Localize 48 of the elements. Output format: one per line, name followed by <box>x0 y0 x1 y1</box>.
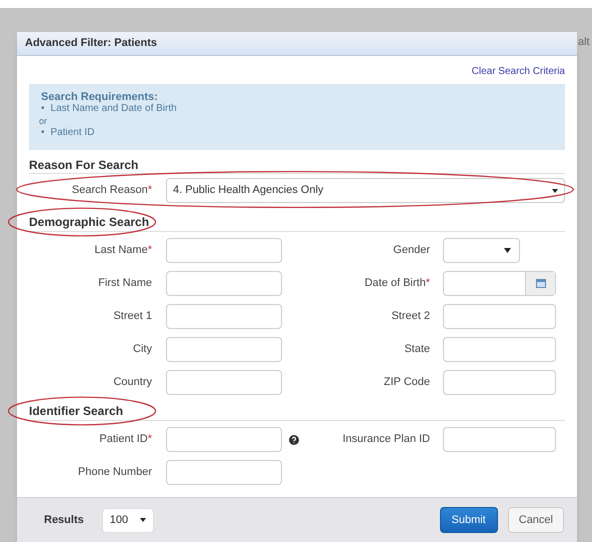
field-label: Phone Number <box>77 465 152 480</box>
text-field[interactable] <box>166 238 282 263</box>
field-label: First Name <box>97 276 152 292</box>
submit-button[interactable]: Submit <box>440 507 498 533</box>
text-field[interactable] <box>443 427 556 452</box>
text-field[interactable] <box>166 427 282 452</box>
field-label: Gender <box>392 243 430 258</box>
reason-select[interactable]: 4. Public Health Agencies Only <box>166 178 565 203</box>
dropdown[interactable] <box>443 238 520 263</box>
field-label: State <box>403 342 430 358</box>
calendar-button[interactable] <box>525 272 555 295</box>
field-label: Street 1 <box>112 309 152 324</box>
section-title: Identifier Search <box>29 404 124 418</box>
text-field[interactable] <box>166 370 282 395</box>
requirement-item: • Last Name and Date of Birth <box>41 103 178 115</box>
caret-icon <box>552 188 558 192</box>
text-field[interactable] <box>443 304 556 329</box>
field-label: Street 2 <box>390 309 430 324</box>
text-field[interactable] <box>166 271 282 296</box>
field-label: Search Reason* <box>70 183 152 198</box>
caret-icon <box>140 518 146 522</box>
requirement-item: • Patient ID <box>41 127 96 139</box>
clear-criteria-link[interactable]: Clear Search Criteria <box>472 64 565 80</box>
text-field[interactable] <box>166 460 282 485</box>
results-select[interactable]: 100 <box>102 508 154 532</box>
field-label: Country <box>112 375 152 390</box>
text-field[interactable] <box>443 337 556 362</box>
calendar-icon <box>536 279 546 288</box>
field-label: City <box>132 342 152 358</box>
field-label: Last Name* <box>94 243 152 258</box>
section-title: Reason For Search <box>29 158 138 172</box>
help-icon[interactable] <box>289 434 299 444</box>
section-title: Demographic Search <box>29 215 150 229</box>
field-label: ZIP Code <box>382 375 430 390</box>
date-field[interactable] <box>443 271 556 296</box>
caret-icon <box>504 248 511 253</box>
text-field[interactable] <box>443 370 556 395</box>
page-text: alt <box>578 35 591 50</box>
text-field[interactable] <box>166 337 282 362</box>
separator-text: or <box>39 115 48 127</box>
results-label: Results <box>44 512 84 528</box>
dialog-title: Advanced Filter: Patients <box>25 36 158 52</box>
text-field[interactable] <box>166 304 282 329</box>
cancel-button[interactable]: Cancel <box>508 507 564 533</box>
field-label: Insurance Plan ID <box>342 432 430 448</box>
field-label: Patient ID* <box>98 432 152 448</box>
field-label: Date of Birth* <box>364 276 430 292</box>
requirements-title: Search Requirements: <box>41 91 159 103</box>
